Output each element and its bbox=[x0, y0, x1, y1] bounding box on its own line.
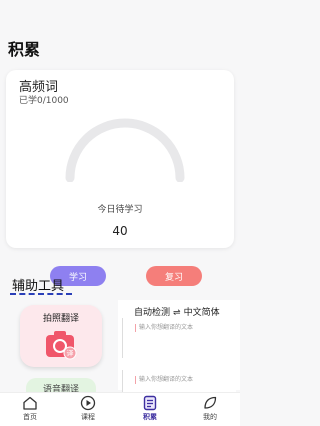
play-icon bbox=[80, 395, 96, 411]
translate-input-second[interactable]: 输入你想翻译的文本 bbox=[122, 370, 236, 394]
tab-mine[interactable]: 我的 bbox=[186, 395, 234, 422]
camera-icon: 译 bbox=[46, 331, 77, 360]
progress-gauge bbox=[65, 118, 185, 182]
tab-course-label: 课程 bbox=[81, 413, 95, 421]
review-button[interactable]: 复习 bbox=[146, 266, 202, 286]
home-icon bbox=[23, 396, 37, 410]
translate-input[interactable]: 输入你想翻译的文本 bbox=[122, 318, 236, 358]
leaf-icon bbox=[204, 396, 217, 409]
svg-text:译: 译 bbox=[67, 350, 74, 358]
target-language[interactable]: 中文简体 bbox=[184, 305, 220, 318]
photo-translate-label: 拍照翻译 bbox=[42, 314, 79, 324]
gauge-label: 今日待学习 bbox=[97, 205, 143, 215]
translate-input-placeholder: 输入你想翻译的文本 bbox=[139, 324, 194, 331]
page-title: 积累 bbox=[8, 40, 41, 59]
notebook-icon bbox=[143, 395, 157, 411]
text-caret bbox=[135, 376, 136, 384]
gauge-value: 40 bbox=[112, 224, 128, 238]
study-card: 高频词 已学0/1000 今日待学习 40 学习 复习 bbox=[6, 70, 234, 286]
translate-panel: 自动检测 ⇌ 中文简体 输入你想翻译的文本 输入你想翻译的文本 bbox=[118, 300, 240, 394]
source-language[interactable]: 自动检测 bbox=[134, 305, 170, 318]
language-selector: 自动检测 ⇌ 中文简体 bbox=[134, 305, 220, 318]
tab-course[interactable]: 课程 bbox=[64, 395, 112, 422]
text-caret bbox=[135, 324, 136, 332]
tab-mine-label: 我的 bbox=[203, 413, 217, 421]
tools-section-title: 辅助工具 bbox=[12, 279, 65, 294]
progress-text: 已学0/1000 bbox=[19, 96, 69, 106]
bottom-tab-bar: 首页 课程 积累 我的 bbox=[0, 392, 240, 426]
tab-home-label: 首页 bbox=[23, 413, 37, 421]
tab-accumulate-label: 积累 bbox=[143, 413, 157, 421]
tools-title-underline bbox=[10, 293, 72, 295]
tab-home[interactable]: 首页 bbox=[6, 395, 54, 422]
photo-translate-button[interactable]: 拍照翻译 译 bbox=[20, 305, 102, 367]
tab-accumulate[interactable]: 积累 bbox=[126, 395, 174, 422]
swap-icon[interactable]: ⇌ bbox=[173, 308, 181, 318]
translate-input-placeholder-second: 输入你想翻译的文本 bbox=[139, 376, 194, 383]
